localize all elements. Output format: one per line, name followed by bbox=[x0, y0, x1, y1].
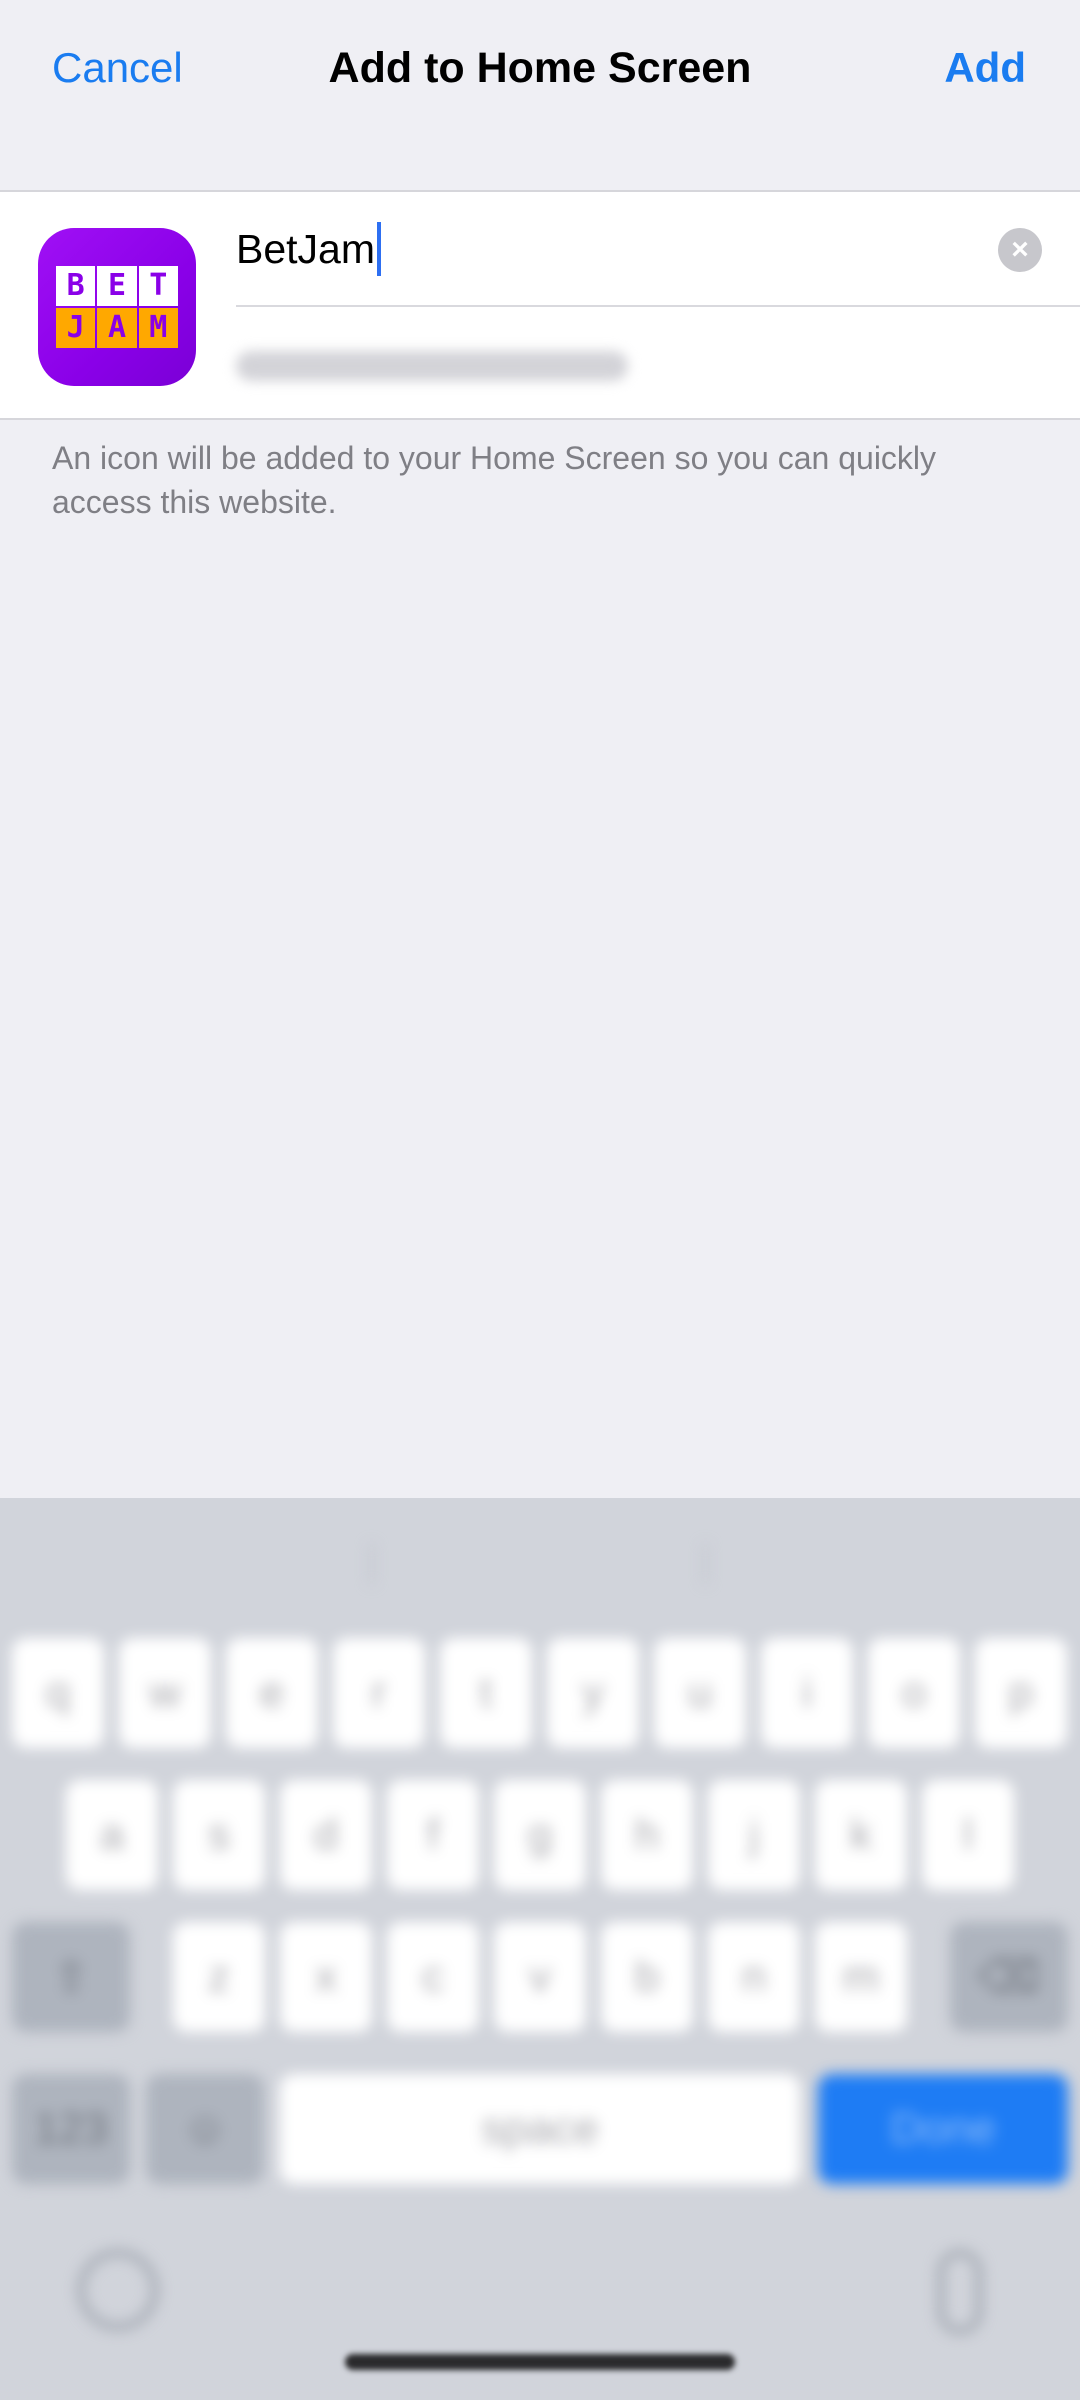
globe-icon[interactable] bbox=[78, 2250, 158, 2330]
emoji-icon: ☺ bbox=[182, 2104, 228, 2153]
key-h[interactable]: h bbox=[601, 1780, 693, 1890]
key-u[interactable]: u bbox=[654, 1638, 746, 1748]
clear-text-button[interactable]: × bbox=[998, 228, 1042, 272]
logo-letter: J bbox=[56, 308, 96, 348]
logo-letter: E bbox=[97, 266, 137, 306]
logo-letter: M bbox=[138, 308, 178, 348]
keyboard-blur-layer: q w e r t y u i o p a s d f g h j k l ⇧ … bbox=[0, 1498, 1080, 2400]
key-m[interactable]: m bbox=[815, 1922, 907, 2032]
key-k[interactable]: k bbox=[815, 1780, 907, 1890]
logo-letter: B bbox=[56, 266, 96, 306]
key-y[interactable]: y bbox=[547, 1638, 639, 1748]
blurred-url-text bbox=[236, 351, 628, 381]
key-t[interactable]: t bbox=[440, 1638, 532, 1748]
predictive-divider bbox=[704, 1544, 707, 1584]
key-v[interactable]: v bbox=[494, 1922, 586, 2032]
backspace-key[interactable]: ⌫ bbox=[950, 1922, 1068, 2032]
key-f[interactable]: f bbox=[387, 1780, 479, 1890]
key-z[interactable]: z bbox=[173, 1922, 265, 2032]
info-footnote: An icon will be added to your Home Scree… bbox=[52, 440, 937, 520]
app-logo-top-row: B E T bbox=[56, 266, 178, 306]
microphone-icon[interactable] bbox=[938, 2250, 982, 2334]
shift-icon: ⇧ bbox=[52, 1952, 90, 2002]
key-j[interactable]: j bbox=[708, 1780, 800, 1890]
shortcut-form: B E T J A M BetJam × bbox=[0, 190, 1080, 420]
key-x[interactable]: x bbox=[280, 1922, 372, 2032]
url-field bbox=[236, 309, 1080, 420]
name-input[interactable]: BetJam × bbox=[236, 192, 1080, 307]
logo-letter: A bbox=[97, 308, 137, 348]
predictive-divider bbox=[370, 1544, 373, 1584]
name-input-value: BetJam bbox=[236, 225, 375, 272]
predictive-bar bbox=[40, 1534, 1040, 1594]
key-b[interactable]: b bbox=[601, 1922, 693, 2032]
key-e[interactable]: e bbox=[226, 1638, 318, 1748]
key-r[interactable]: r bbox=[333, 1638, 425, 1748]
space-key[interactable]: space bbox=[280, 2074, 800, 2184]
home-indicator bbox=[345, 2354, 735, 2370]
add-to-home-screen-sheet: Cancel Add to Home Screen Add B E T J A … bbox=[0, 0, 1080, 2400]
app-logo-bottom-row: J A M bbox=[56, 308, 178, 348]
app-icon: B E T J A M bbox=[38, 228, 196, 386]
backspace-icon: ⌫ bbox=[977, 1952, 1041, 2002]
page-title: Add to Home Screen bbox=[328, 44, 752, 92]
key-g[interactable]: g bbox=[494, 1780, 586, 1890]
key-o[interactable]: o bbox=[868, 1638, 960, 1748]
key-p[interactable]: p bbox=[975, 1638, 1067, 1748]
logo-letter: T bbox=[138, 266, 178, 306]
key-a[interactable]: a bbox=[66, 1780, 158, 1890]
key-i[interactable]: i bbox=[761, 1638, 853, 1748]
key-w[interactable]: w bbox=[119, 1638, 211, 1748]
close-icon: × bbox=[1011, 233, 1029, 266]
key-n[interactable]: n bbox=[708, 1922, 800, 2032]
keyboard: q w e r t y u i o p a s d f g h j k l ⇧ … bbox=[0, 1498, 1080, 2400]
done-key[interactable]: Done bbox=[818, 2074, 1068, 2184]
key-s[interactable]: s bbox=[173, 1780, 265, 1890]
key-q[interactable]: q bbox=[12, 1638, 104, 1748]
key-c[interactable]: c bbox=[387, 1922, 479, 2032]
add-button[interactable]: Add bbox=[944, 44, 1026, 92]
text-cursor bbox=[377, 222, 381, 276]
numbers-key[interactable]: 123 bbox=[12, 2074, 130, 2184]
navigation-bar: Cancel Add to Home Screen Add bbox=[0, 0, 1080, 190]
name-input-value-wrap: BetJam bbox=[236, 222, 381, 276]
shift-key[interactable]: ⇧ bbox=[12, 1922, 130, 2032]
key-d[interactable]: d bbox=[280, 1780, 372, 1890]
emoji-key[interactable]: ☺ bbox=[146, 2074, 264, 2184]
key-l[interactable]: l bbox=[922, 1780, 1014, 1890]
